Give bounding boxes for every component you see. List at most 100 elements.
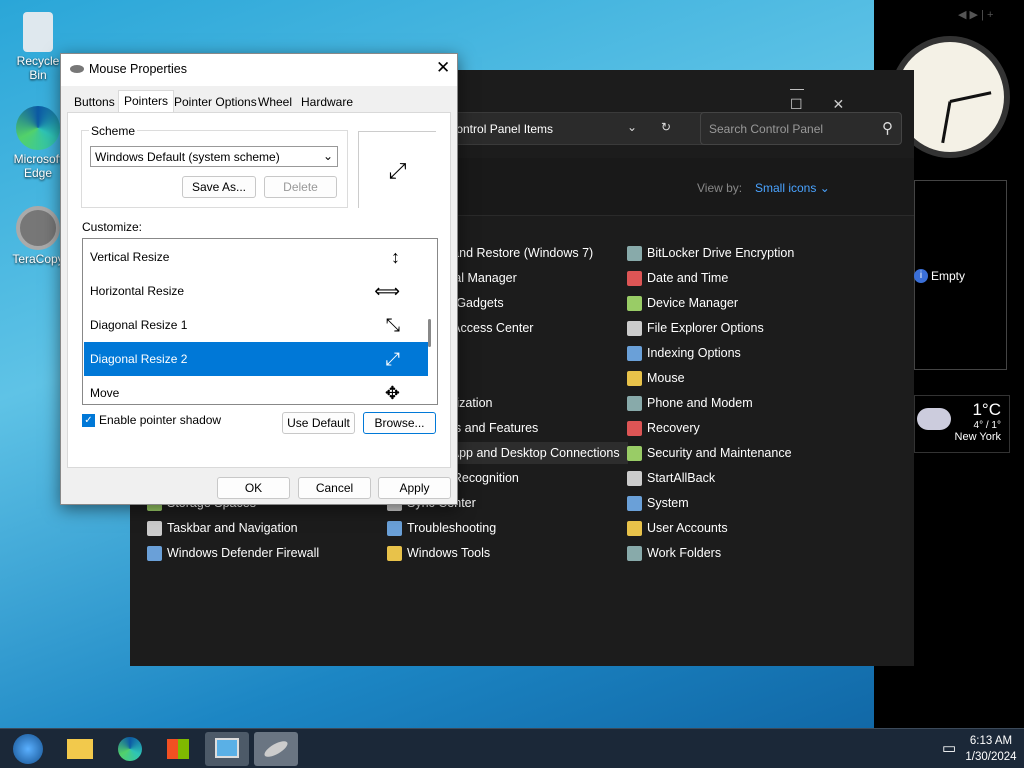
browse-button[interactable]: Browse...: [363, 412, 436, 434]
cp-item-icon: [627, 495, 642, 511]
edge-icon: [16, 106, 60, 150]
checkbox-checked-icon: ✓: [82, 413, 95, 427]
cp-item[interactable]: Work Folders: [627, 542, 721, 564]
cp-item[interactable]: Security and Maintenance: [627, 442, 792, 464]
dialog-title: Mouse Properties: [89, 62, 187, 76]
cp-item[interactable]: Windows Defender Firewall: [147, 542, 319, 564]
cp-item-icon: [627, 320, 642, 336]
pointer-row[interactable]: Diagonal Resize 2 ⤢: [84, 342, 428, 376]
cancel-button[interactable]: Cancel: [298, 477, 371, 499]
customize-label: Customize:: [82, 220, 143, 234]
cp-item-icon: [627, 445, 642, 461]
clock-minute-hand: [941, 101, 952, 144]
close-icon[interactable]: ✕: [436, 58, 450, 78]
weather-gadget[interactable]: 1°C 4° / 1° New York: [914, 395, 1010, 453]
cp-item-icon: [147, 520, 162, 536]
pointer-row[interactable]: Diagonal Resize 1 ⤡: [84, 308, 428, 342]
use-default-button[interactable]: Use Default: [282, 412, 355, 434]
sidebar-nav-icons[interactable]: ◀ ▶ | +: [958, 8, 993, 21]
search-icon: ⚲: [882, 120, 893, 137]
cp-item[interactable]: Device Manager: [627, 292, 738, 314]
cursor-icon: ↕: [391, 247, 400, 267]
pointer-row[interactable]: Horizontal Resize ⟺: [84, 274, 428, 308]
scheme-select[interactable]: Windows Default (system scheme) ⌄: [90, 146, 338, 167]
cp-item[interactable]: Date and Time: [627, 267, 728, 289]
chevron-down-icon: ⌄: [322, 149, 333, 163]
tab-pointers[interactable]: Pointers: [118, 90, 175, 113]
mouse-icon: [70, 65, 84, 73]
view-by-dropdown[interactable]: Small icons ⌄: [755, 181, 830, 195]
cp-item[interactable]: Phone and Modem: [627, 392, 753, 414]
cp-item[interactable]: StartAllBack: [627, 467, 715, 489]
cursor-icon: ⟺: [374, 281, 400, 301]
cp-item-icon: [627, 520, 642, 536]
info-icon: i: [914, 269, 928, 283]
pointer-row[interactable]: Vertical Resize ↕: [84, 240, 428, 274]
cp-item[interactable]: File Explorer Options: [627, 317, 764, 339]
cp-item-icon: [627, 395, 642, 411]
pointer-row[interactable]: Move ✥: [84, 376, 428, 404]
edge-icon: [118, 737, 142, 761]
cp-item[interactable]: Recovery: [627, 417, 700, 439]
scheme-label: Scheme: [89, 124, 138, 138]
desktop-icon-edge[interactable]: Microsoft Edge: [8, 106, 68, 180]
cloud-icon: [917, 408, 951, 430]
clock-hour-hand: [949, 91, 992, 103]
cp-item[interactable]: System: [627, 492, 689, 514]
taskbar-store[interactable]: [156, 732, 200, 766]
cp-item[interactable]: Indexing Options: [627, 342, 741, 364]
folder-icon: [67, 739, 93, 759]
pointer-preview: ⤢: [358, 131, 436, 208]
cp-item-icon: [387, 545, 402, 561]
taskbar-mouse-properties[interactable]: [254, 732, 298, 766]
cp-item[interactable]: BitLocker Drive Encryption: [627, 242, 794, 264]
slideshow-status: i Empty: [914, 269, 965, 283]
view-by-label: View by:: [697, 181, 743, 195]
tab-hardware[interactable]: Hardware: [296, 92, 358, 112]
ok-button[interactable]: OK: [217, 477, 290, 499]
save-as-button[interactable]: Save As...: [182, 176, 256, 198]
tab-pointer-options[interactable]: Pointer Options: [169, 92, 262, 112]
search-input[interactable]: Search Control Panel ⚲: [700, 112, 902, 145]
recycle-bin-icon: [23, 12, 53, 52]
action-center-icon[interactable]: ▭: [942, 739, 956, 757]
cursor-icon: ⤡: [385, 315, 400, 335]
scrollbar[interactable]: [428, 319, 431, 347]
cp-item-icon: [627, 420, 642, 436]
delete-button[interactable]: Delete: [264, 176, 337, 198]
chevron-down-icon[interactable]: ⌄: [627, 120, 637, 134]
windows-orb-icon: [13, 734, 43, 764]
start-button[interactable]: [6, 732, 50, 766]
control-panel-icon: [215, 738, 239, 758]
apply-button[interactable]: Apply: [378, 477, 451, 499]
cursor-icon: ⤢: [385, 349, 400, 369]
mouse-icon: [262, 738, 290, 760]
cp-item-icon: [627, 345, 642, 361]
taskbar-control-panel[interactable]: [205, 732, 249, 766]
store-icon: [167, 739, 189, 759]
mouse-properties-dialog: Mouse Properties ✕ Buttons Pointers Pointe…: [60, 53, 458, 505]
cp-item-icon: [627, 545, 642, 561]
cursor-icon: ✥: [384, 383, 400, 403]
cp-item[interactable]: Windows Tools: [387, 542, 490, 564]
desktop-icon-teracopy[interactable]: TeraCopy: [8, 206, 68, 266]
window-controls[interactable]: —☐✕: [790, 80, 914, 113]
cp-item[interactable]: Troubleshooting: [387, 517, 496, 539]
teracopy-icon: [16, 206, 60, 250]
refresh-icon[interactable]: ↻: [661, 120, 671, 134]
desktop-icon-recycle-bin[interactable]: Recycle Bin: [8, 12, 68, 82]
taskbar-clock[interactable]: 6:13 AM 1/30/2024: [962, 733, 1020, 765]
taskbar-edge[interactable]: [108, 732, 152, 766]
pointer-list[interactable]: Vertical Resize ↕ Horizontal Resize ⟺ Diagon…: [82, 238, 438, 405]
cp-item-icon: [627, 295, 642, 311]
taskbar-file-explorer[interactable]: [58, 732, 102, 766]
cp-item-icon: [627, 245, 642, 261]
pointer-shadow-checkbox[interactable]: ✓ Enable pointer shadow: [82, 413, 221, 427]
cp-item-icon: [387, 520, 402, 536]
cp-item-icon: [147, 545, 162, 561]
cp-item[interactable]: User Accounts: [627, 517, 728, 539]
cp-item[interactable]: Taskbar and Navigation: [147, 517, 298, 539]
tab-wheel[interactable]: Wheel: [253, 92, 297, 112]
cp-item[interactable]: Mouse: [627, 367, 685, 389]
tab-buttons[interactable]: Buttons: [69, 92, 120, 112]
